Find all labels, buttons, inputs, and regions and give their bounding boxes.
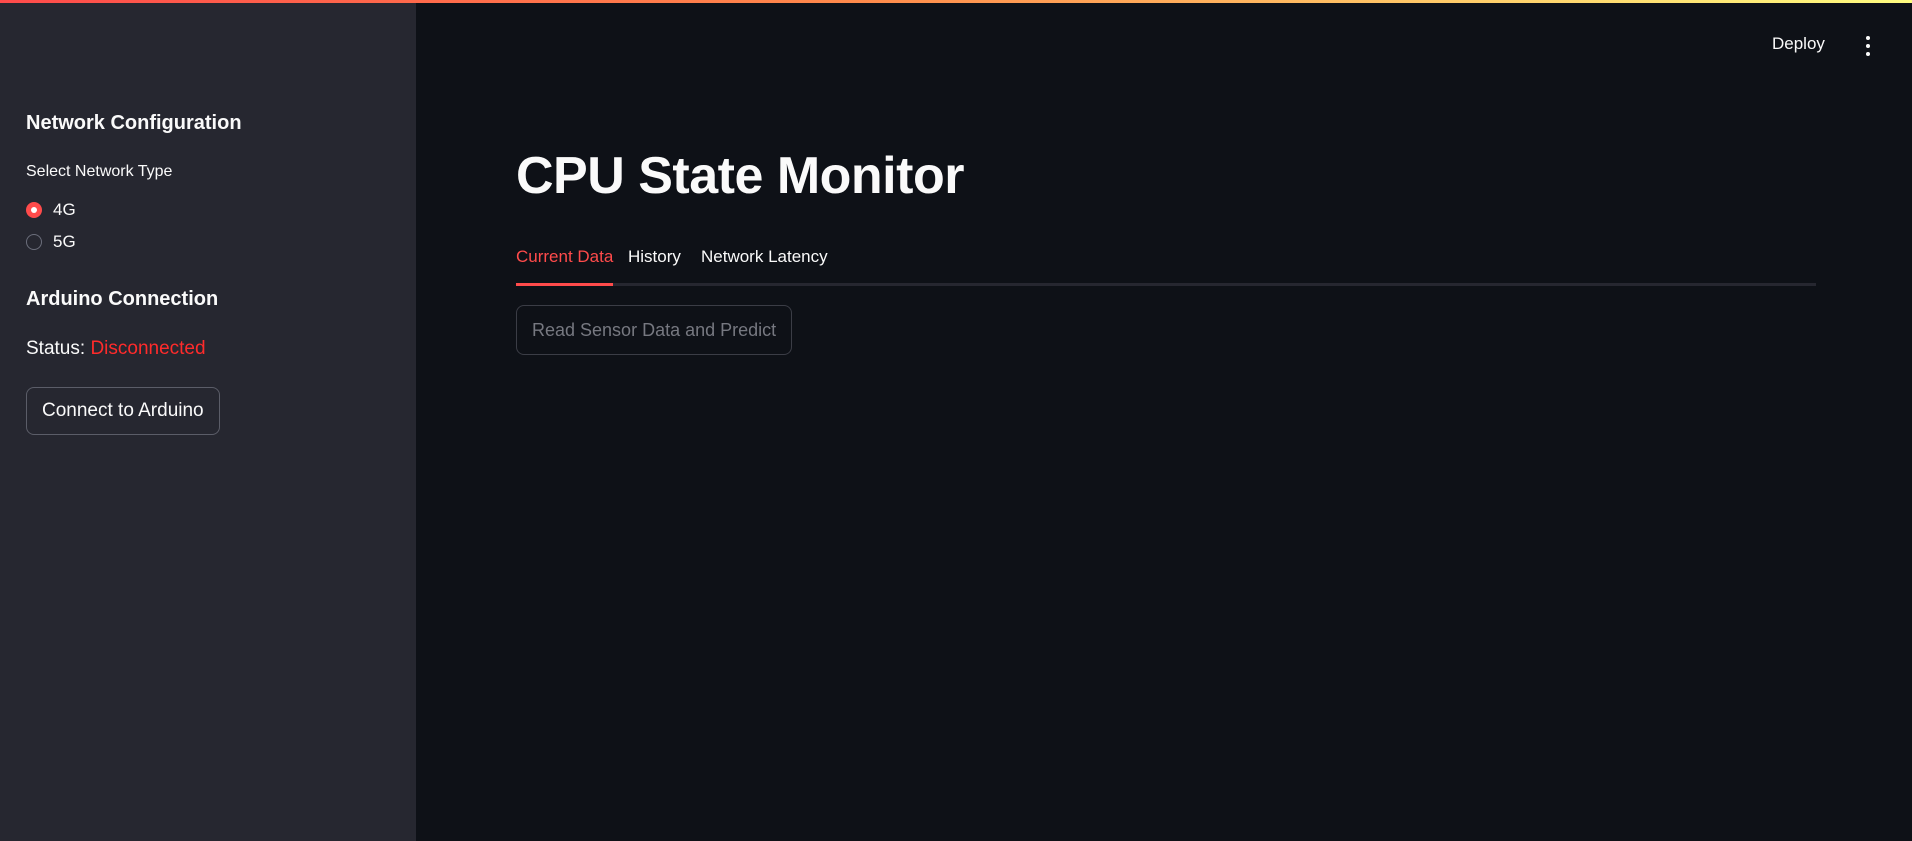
arduino-connection-heading: Arduino Connection — [26, 288, 219, 310]
deploy-button[interactable]: Deploy — [1772, 34, 1825, 54]
radio-checked-icon[interactable] — [26, 202, 42, 218]
sidebar: Network Configuration Select Network Typ… — [0, 0, 416, 841]
status-value: Disconnected — [90, 338, 206, 359]
network-type-label: Select Network Type — [26, 163, 173, 180]
tab-network-latency[interactable]: Network Latency — [701, 246, 828, 286]
tab-history[interactable]: History — [628, 246, 681, 286]
menu-dot — [1866, 36, 1870, 40]
page-title: CPU State Monitor — [516, 147, 964, 205]
tab-current-data[interactable]: Current Data — [516, 246, 614, 286]
read-sensor-predict-button[interactable]: Read Sensor Data and Predict — [516, 305, 793, 355]
network-config-heading: Network Configuration — [26, 112, 242, 134]
menu-dot — [1866, 52, 1870, 56]
menu-dot — [1866, 44, 1870, 48]
radio-unchecked-icon[interactable] — [26, 234, 42, 250]
tab-bar: Current Data History Network Latency — [516, 246, 1816, 286]
radio-option-label: 5G — [53, 232, 76, 251]
radio-option-label: 4G — [53, 200, 76, 219]
radio-option-5g[interactable]: 5G — [26, 232, 76, 252]
status-label: Status: — [26, 338, 86, 359]
connect-arduino-button[interactable]: Connect to Arduino — [26, 387, 220, 435]
more-vertical-icon[interactable] — [1864, 36, 1872, 56]
radio-option-4g[interactable]: 4G — [26, 200, 76, 220]
header-decoration-bar — [0, 0, 1912, 3]
connection-status: Status: Disconnected — [26, 338, 206, 360]
